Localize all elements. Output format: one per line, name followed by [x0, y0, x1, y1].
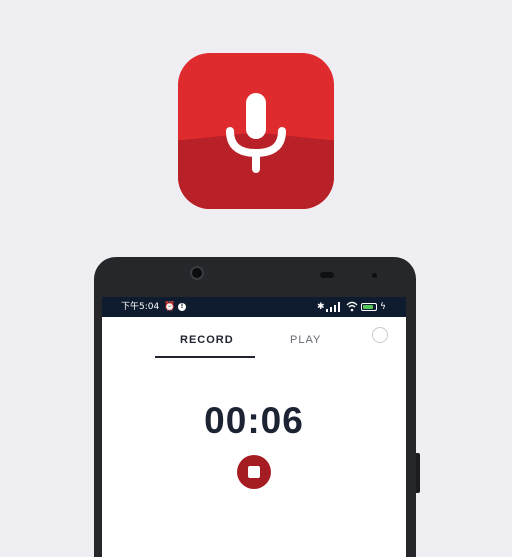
tab-play[interactable]: PLAY: [290, 334, 321, 346]
settings-icon[interactable]: [372, 327, 388, 343]
active-tab-indicator: [155, 356, 255, 358]
tab-record[interactable]: RECORD: [180, 334, 234, 346]
phone-side-button: [416, 453, 420, 493]
proximity-sensor: [372, 273, 377, 278]
alarm-icon: ⏰: [164, 302, 176, 312]
stop-button[interactable]: [237, 455, 271, 489]
battery-icon: [361, 303, 377, 311]
microphone-icon: [226, 93, 286, 173]
wifi-icon: [346, 301, 358, 312]
app-icon: [178, 53, 334, 209]
phone-screen: 下午5:04 ⏰ ! ✱ ϟ RECORD PLAY 00:06: [102, 297, 406, 557]
notification-icon: !: [178, 303, 186, 311]
earpiece-speaker: [320, 272, 334, 278]
status-bar: 下午5:04 ⏰ ! ✱ ϟ: [102, 297, 406, 317]
front-camera: [190, 266, 204, 280]
charging-icon: ϟ: [380, 302, 386, 312]
stop-icon: [248, 466, 260, 478]
phone-frame: 下午5:04 ⏰ ! ✱ ϟ RECORD PLAY 00:06: [94, 257, 420, 557]
battery-level: [363, 305, 373, 309]
bluetooth-icon: ✱: [317, 302, 325, 312]
status-time: 下午5:04: [121, 302, 160, 312]
signal-icon: [326, 302, 340, 312]
recording-timer: 00:06: [204, 400, 304, 441]
tab-bar: RECORD PLAY: [102, 317, 406, 359]
